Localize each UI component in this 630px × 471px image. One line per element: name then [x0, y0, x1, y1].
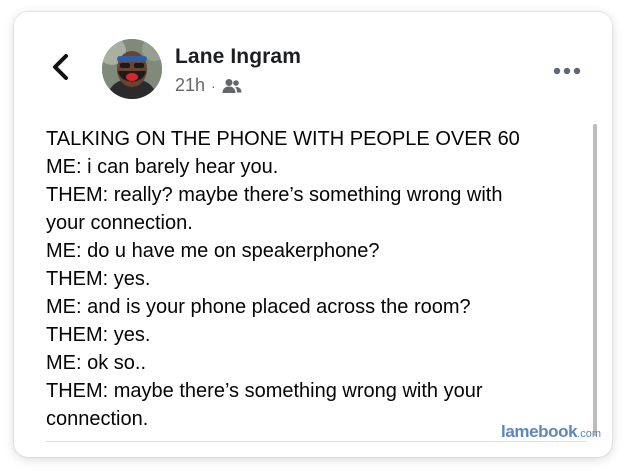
post-line: ME: i can barely hear you. [46, 156, 279, 178]
post-timestamp[interactable]: 21h [175, 75, 205, 96]
post-text: TALKING ON THE PHONE WITH PEOPLE OVER 60… [46, 125, 586, 433]
post-line: TALKING ON THE PHONE WITH PEOPLE OVER 60 [46, 128, 520, 150]
post-line: ME: ok so.. [46, 352, 147, 374]
post-line: THEM: yes. [46, 324, 151, 346]
post-card: Lane Ingram 21h · TALKING ON THE PHONE W… [14, 12, 612, 457]
friends-icon [222, 78, 242, 94]
post-line: ME: and is your phone placed across the … [46, 296, 471, 318]
watermark-main: lamebook [501, 422, 578, 441]
post-line: THEM: maybe there’s something wrong with… [46, 380, 483, 402]
post-meta: 21h · [175, 75, 242, 96]
post-line: your connection. [46, 212, 193, 234]
meta-separator: · [211, 77, 216, 94]
post-line: THEM: really? maybe there’s something wr… [46, 184, 503, 206]
author-name[interactable]: Lane Ingram [175, 45, 301, 69]
watermark-suffix: .com [577, 428, 601, 440]
back-button[interactable] [50, 52, 72, 82]
vertical-scrollbar[interactable] [593, 124, 597, 436]
chevron-left-icon [53, 54, 68, 80]
watermark-logo: lamebook.com [501, 422, 601, 442]
avatar[interactable] [102, 39, 162, 99]
more-options-button[interactable] [552, 64, 582, 76]
more-horizontal-icon [553, 67, 581, 75]
profile-photo [102, 39, 162, 99]
post-line: ME: do u have me on speakerphone? [46, 240, 380, 262]
post-line: THEM: yes. [46, 268, 151, 290]
